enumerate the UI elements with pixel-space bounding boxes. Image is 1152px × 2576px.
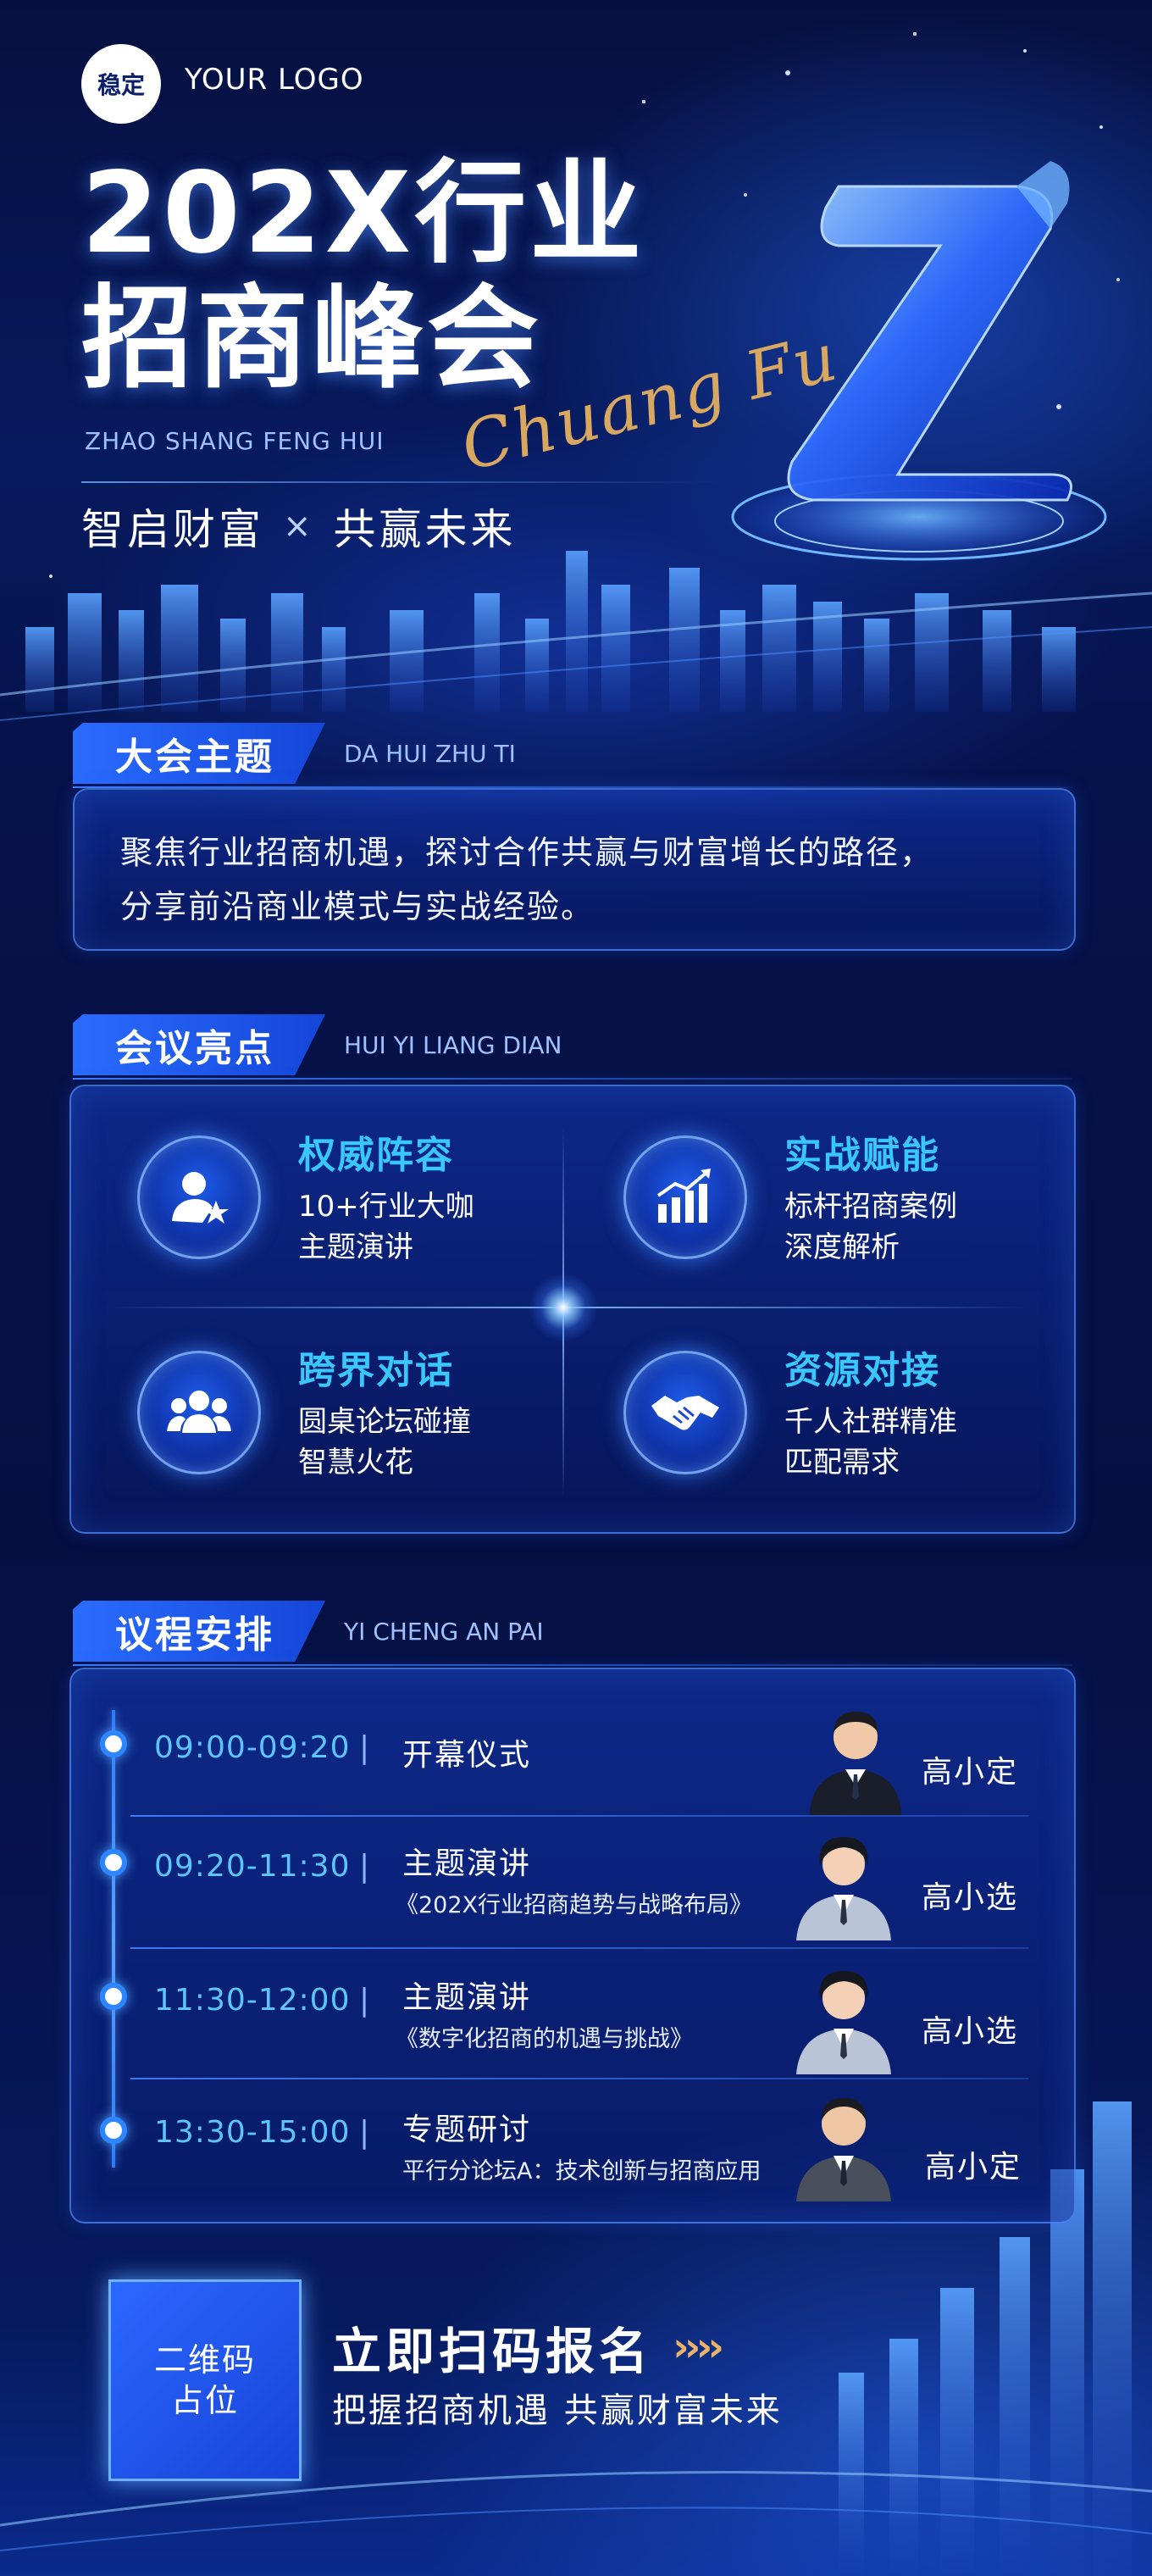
- agenda-time: 09:00-09:20: [154, 1730, 351, 1765]
- theme-heading-tab: 大会主题: [73, 723, 325, 784]
- speaker-name: 高小定: [922, 1755, 1019, 1790]
- qr-placeholder-line1: 二维码: [153, 2341, 256, 2379]
- agenda-row-divider: [130, 1815, 1028, 1817]
- cta-title-text: 立即扫码报名: [332, 2323, 653, 2380]
- highlight-desc-1: 圆桌论坛碰撞: [298, 1405, 471, 1439]
- theme-line-1: 聚焦行业招商机遇，探讨合作共赢与财富增长的路径，: [120, 834, 934, 871]
- highlight-desc-2: 深度解析: [784, 1230, 900, 1264]
- slogan-right: 共赢未来: [333, 505, 517, 554]
- agenda-subtitle: 平行分论坛A：技术创新与招商应用: [402, 2158, 762, 2185]
- agenda-row-divider: [130, 1947, 1028, 1949]
- highlight-desc-2: 主题演讲: [298, 1230, 413, 1264]
- header-divider: [81, 481, 725, 483]
- cta-title: 立即扫码报名 ››››: [332, 2312, 724, 2383]
- expert-star-icon: [137, 1135, 261, 1259]
- highlights-heading-pinyin: HUI YI LIANG DIAN: [344, 1030, 562, 1059]
- theme-description: 聚焦行业招商机遇，探讨合作共赢与财富增长的路径， 分享前沿商业模式与实战经验。: [120, 825, 933, 934]
- agenda-row: 09:00-09:20 | 开幕仪式 高小定: [69, 1686, 1072, 1818]
- agenda-title: 主题演讲: [402, 1980, 532, 2015]
- handshake-icon: [623, 1351, 747, 1474]
- logo-badge: 稳定: [81, 44, 161, 124]
- agenda-row: 11:30-12:00 | 主题演讲 《数字化招商的机遇与挑战》 高小选: [69, 1951, 1072, 2083]
- highlight-title: 跨界对话: [298, 1349, 454, 1392]
- highlight-title: 资源对接: [784, 1349, 940, 1392]
- highlight-item-resources: 资源对接 千人社群精准 匹配需求: [623, 1349, 957, 1483]
- highlights-heading-underline: [73, 1078, 1072, 1080]
- slogan-separator: ×: [283, 507, 315, 546]
- highlight-desc-2: 智慧火花: [298, 1446, 413, 1480]
- chevron-right-icon: ››››: [673, 2323, 724, 2371]
- qr-placeholder-line2: 占位: [170, 2382, 239, 2419]
- slogan: 智启财富 × 共赢未来: [81, 496, 517, 557]
- highlights-center-glow: [529, 1273, 598, 1342]
- page-title-line1: 202X行业: [81, 148, 645, 279]
- agenda-heading-tab: 议程安排: [73, 1601, 325, 1662]
- agenda-time: 13:30-15:00: [154, 2115, 351, 2150]
- cta-subtitle: 把握招商机遇 共赢财富未来: [332, 2391, 783, 2430]
- agenda-heading-underline: [73, 1664, 1072, 1666]
- agenda-subtitle: 《202X行业招商趋势与战略布局》: [396, 1892, 753, 1918]
- agenda-row: 13:30-15:00 | 专题研讨 平行分论坛A：技术创新与招商应用 高小定: [69, 2083, 1072, 2215]
- agenda-separator: |: [359, 1730, 370, 1765]
- agenda-heading-pinyin: YI CHENG AN PAI: [344, 1617, 544, 1646]
- title-pinyin: ZHAO SHANG FENG HUI: [85, 427, 385, 455]
- agenda-separator: |: [359, 2115, 370, 2150]
- speaker-avatar: [791, 1961, 896, 2074]
- qr-code-placeholder[interactable]: 二维码 占位: [108, 2279, 302, 2481]
- agenda-title: 开幕仪式: [402, 1738, 532, 1773]
- theme-heading-pinyin: DA HUI ZHU TI: [344, 739, 516, 768]
- agenda-separator: |: [359, 1849, 370, 1884]
- page-title-line2: 招商峰会: [81, 274, 542, 404]
- highlights-heading-tab: 会议亮点: [73, 1014, 325, 1075]
- agenda-row: 09:20-11:30 | 主题演讲 《202X行业招商趋势与战略布局》 高小选: [69, 1818, 1072, 1951]
- theme-panel: 聚焦行业招商机遇，探讨合作共赢与财富增长的路径， 分享前沿商业模式与实战经验。: [73, 788, 1076, 951]
- agenda-separator: |: [359, 1983, 370, 2018]
- highlight-desc-1: 标杆招商案例: [784, 1190, 957, 1224]
- highlight-title: 实战赋能: [784, 1134, 940, 1177]
- speaker-avatar: [803, 1702, 908, 1815]
- speaker-name: 高小定: [925, 2150, 1022, 2185]
- highlights-section-heading: 会议亮点 HUI YI LIANG DIAN: [73, 1010, 562, 1080]
- slogan-left: 智启财富: [81, 505, 264, 554]
- agenda-subtitle: 《数字化招商的机遇与挑战》: [396, 2026, 693, 2052]
- growth-chart-icon: [623, 1135, 747, 1259]
- agenda-row-divider: [130, 2078, 1028, 2079]
- speaker-name: 高小选: [922, 2014, 1019, 2049]
- logo-text: YOUR LOGO: [185, 63, 364, 97]
- highlight-desc-2: 匹配需求: [784, 1446, 900, 1480]
- highlight-desc-1: 10+行业大咖: [298, 1190, 474, 1224]
- highlight-item-authority: 权威阵容 10+行业大咖 主题演讲: [137, 1134, 474, 1268]
- speaker-name: 高小选: [922, 1880, 1019, 1915]
- agenda-time: 09:20-11:30: [154, 1849, 351, 1884]
- speaker-avatar: [791, 1827, 896, 1940]
- highlight-item-dialogue: 跨界对话 圆桌论坛碰撞 智慧火花: [137, 1349, 471, 1483]
- theme-section-heading: 大会主题 DA HUI ZHU TI: [73, 719, 516, 788]
- agenda-title: 专题研讨: [402, 2112, 532, 2147]
- highlight-desc-1: 千人社群精准: [784, 1405, 957, 1439]
- agenda-time: 11:30-12:00: [154, 1983, 351, 2018]
- agenda-title: 主题演讲: [402, 1846, 532, 1881]
- group-icon: [137, 1351, 261, 1474]
- theme-line-2: 分享前沿商业模式与实战经验。: [120, 888, 595, 925]
- highlight-item-practice: 实战赋能 标杆招商案例 深度解析: [623, 1134, 957, 1268]
- agenda-section-heading: 议程安排 YI CHENG AN PAI: [73, 1596, 544, 1666]
- highlight-title: 权威阵容: [298, 1134, 454, 1177]
- speaker-avatar: [791, 2088, 896, 2201]
